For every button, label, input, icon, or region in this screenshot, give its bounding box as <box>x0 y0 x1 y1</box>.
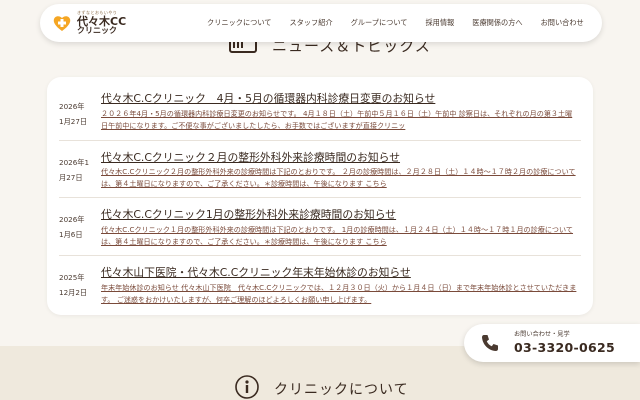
heart-cross-icon <box>52 13 72 33</box>
news-date-day: 月27日 <box>59 173 83 182</box>
nav-medical[interactable]: 医療関係の方へ <box>463 18 531 28</box>
news-date-year: 2026年 <box>59 215 85 224</box>
news-item: 2026年1 月27日 代々木C.Cクリニック２月の整形外科外来診療時間のお知ら… <box>59 141 581 198</box>
about-heading-title: クリニックについて <box>274 382 409 398</box>
news-date: 2026年1 月27日 <box>59 155 97 185</box>
nav-staff[interactable]: スタッフ紹介 <box>280 18 341 28</box>
news-item: 2026年 1月6日 代々木C.Cクリニック1月の整形外科外来診療時間のお知らせ… <box>59 198 581 256</box>
news-date: 2026年 1月27日 <box>59 99 97 129</box>
news-date-day: 1月6日 <box>59 230 83 239</box>
news-date-year: 2026年1 <box>59 158 90 167</box>
news-date-day: 1月27日 <box>59 117 88 126</box>
news-title[interactable]: 代々木山下医院・代々木C.Cクリニック年末年始休診のお知らせ <box>101 264 581 280</box>
news-date-day: 12月2日 <box>59 288 88 297</box>
contact-phone-button[interactable]: お問い合わせ・見学 03-3320-0625 <box>464 324 640 362</box>
nav-group[interactable]: グループについて <box>342 18 417 28</box>
news-list: 2026年 1月27日 代々木C.Cクリニック 4月・5月の循環器内科診療日変更… <box>47 77 593 315</box>
info-icon <box>234 374 260 400</box>
news-date: 2025年 12月2日 <box>59 270 97 300</box>
nav-recruit[interactable]: 採用情報 <box>416 18 463 28</box>
news-date: 2026年 1月6日 <box>59 212 97 242</box>
news-date-year: 2025年 <box>59 273 85 282</box>
nav-clinic[interactable]: クリニックについて <box>198 18 280 28</box>
news-title[interactable]: 代々木C.Cクリニック 4月・5月の循環器内科診療日変更のお知らせ <box>101 90 581 106</box>
site-header: きずなとおもいやり 代々木CC クリニック クリニックについて スタッフ紹介 グ… <box>40 4 602 42</box>
logo[interactable]: きずなとおもいやり 代々木CC クリニック <box>52 11 172 35</box>
news-title[interactable]: 代々木C.Cクリニック２月の整形外科外来診療時間のお知らせ <box>101 149 581 165</box>
main-nav: クリニックについて スタッフ紹介 グループについて 採用情報 医療関係の方へ お… <box>198 18 593 28</box>
news-item: 2026年 1月27日 代々木C.Cクリニック 4月・5月の循環器内科診療日変更… <box>59 87 581 141</box>
news-excerpt[interactable]: 年末年始休診のお知らせ 代々木山下医院 代々木C.Cクリニックでは、１２月３０日… <box>101 282 577 306</box>
news-title[interactable]: 代々木C.Cクリニック1月の整形外科外来診療時間のお知らせ <box>101 206 581 222</box>
contact-label: お問い合わせ・見学 <box>514 330 570 338</box>
logo-name-sub: クリニック <box>77 26 117 35</box>
contact-phone-number: 03-3320-0625 <box>514 339 615 355</box>
news-item: 2025年 12月2日 代々木山下医院・代々木C.Cクリニック年末年始休診のお知… <box>59 256 581 310</box>
news-excerpt[interactable]: ２０２６年4月・5月の循環器内科診療日変更のお知らせです。 4月１８日（土）午前… <box>101 108 577 132</box>
nav-contact[interactable]: お問い合わせ <box>532 18 593 28</box>
news-excerpt[interactable]: 代々木C.Cクリニック２月の整形外科外来の診療時間は下記のとおりです。 ２月の診… <box>101 166 577 190</box>
news-date-year: 2026年 <box>59 102 85 111</box>
news-excerpt[interactable]: 代々木C.Cクリニック１月の整形外科外来の診療時間は下記のとおりです。 1月の診… <box>101 224 577 248</box>
about-heading: クリニックについて <box>234 374 409 400</box>
phone-icon <box>480 333 500 353</box>
